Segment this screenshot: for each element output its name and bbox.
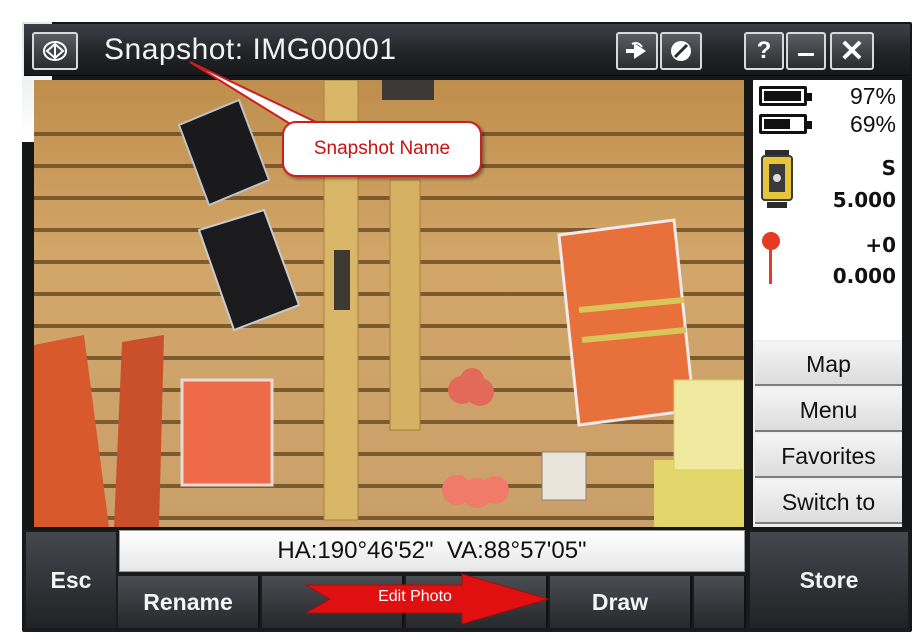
prism-offset: +0: [865, 233, 896, 257]
prism-pole-icon: [762, 232, 780, 284]
side-menu: Map Menu Favorites Switch to: [753, 340, 902, 527]
map-button[interactable]: Map: [755, 342, 902, 386]
minimize-button[interactable]: [786, 32, 826, 70]
edit-photo-annotation: Edit Photo: [378, 588, 452, 605]
menu-button[interactable]: Menu: [755, 388, 902, 432]
battery1-level: [764, 91, 801, 101]
trimble-logo-icon: [43, 41, 67, 61]
softkey-5[interactable]: [694, 576, 746, 628]
battery-icon: [759, 86, 812, 106]
window-title: Snapshot: IMG00001: [104, 33, 397, 66]
slash-circle-icon: [671, 41, 691, 61]
app-menu-button[interactable]: [32, 32, 78, 70]
store-button[interactable]: Store: [750, 532, 908, 628]
close-button[interactable]: ✕: [830, 32, 874, 70]
snapshot-name-callout: Snapshot Name: [282, 121, 482, 177]
instrument-mode: S: [881, 156, 896, 180]
instrument-value: 5.000: [832, 188, 896, 212]
draw-button[interactable]: Draw: [550, 576, 692, 628]
angle-readout: HA:190°46'52" VA:88°57'05": [119, 530, 745, 572]
battery2-percent: 69%: [849, 111, 896, 137]
export-button[interactable]: [616, 32, 658, 70]
favorites-button[interactable]: Favorites: [755, 434, 902, 478]
rename-button[interactable]: Rename: [118, 576, 260, 628]
arrow-right-icon: [626, 42, 646, 59]
switch-to-button[interactable]: Switch to: [755, 480, 902, 524]
battery1-percent: 97%: [849, 83, 896, 109]
total-station-icon: [761, 150, 793, 208]
title-bar: Snapshot: IMG00001 ? ✕: [24, 24, 910, 76]
minimize-icon: [798, 53, 814, 56]
esc-button[interactable]: Esc: [26, 532, 116, 628]
help-button[interactable]: ?: [744, 32, 784, 70]
disable-button[interactable]: [660, 32, 702, 70]
status-panel[interactable]: 97% 69% S 5.000 +0 0.000: [753, 80, 902, 340]
battery-icon: [759, 114, 812, 134]
prism-height: 0.000: [832, 264, 896, 288]
battery2-level: [764, 119, 790, 129]
